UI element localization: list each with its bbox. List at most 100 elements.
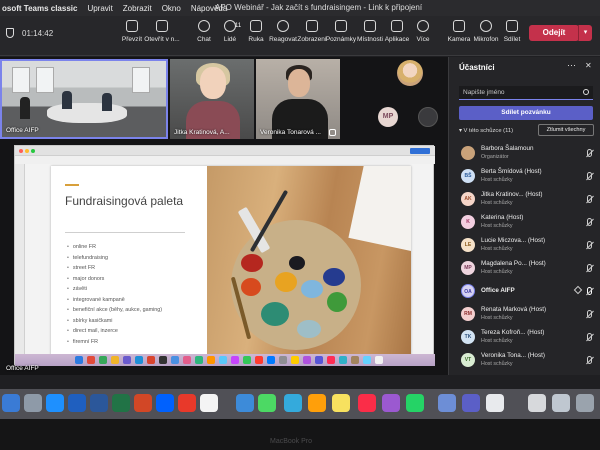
calendar-icon[interactable] (200, 394, 218, 412)
preview-icon[interactable] (438, 394, 456, 412)
video-tile-veronika[interactable]: Veronika Tonarová ... (256, 59, 340, 139)
menu-okno[interactable]: Okno (162, 4, 181, 13)
participant-row[interactable]: Barbora Šalamoun Organizátor (449, 142, 600, 165)
chrome-icon[interactable] (486, 394, 504, 412)
avatar: MP (461, 261, 475, 275)
dock-app-icon (111, 356, 119, 364)
open-icon (156, 20, 168, 32)
powerpoint-icon[interactable] (134, 394, 152, 412)
close-icon[interactable]: ✕ (585, 61, 592, 70)
participant-name: Katerina (Host) (481, 214, 524, 221)
participant-search-input[interactable] (459, 86, 593, 100)
participant-row[interactable]: LE Lucie Miczova... (Host) Host schůzky (449, 234, 600, 257)
safari-icon[interactable] (46, 394, 64, 412)
dock-app-icon (207, 356, 215, 364)
maps-icon[interactable] (284, 394, 302, 412)
app-menu-name[interactable]: osoft Teams classic (2, 4, 77, 13)
finder-icon[interactable] (2, 394, 20, 412)
recent-doc-icon[interactable] (528, 394, 546, 412)
participant-row[interactable]: TK Tereza Kofroň... (Host) Host schůzky (449, 326, 600, 349)
participant-row[interactable]: RM Renata Marková (Host) Host schůzky (449, 303, 600, 326)
leave-button[interactable]: Odejít (529, 25, 579, 41)
mute-all-button[interactable]: Ztlumit všechny (538, 124, 594, 136)
people-label: Lidé (223, 36, 237, 43)
mac-menubar: osoft Teams classic Upravit Zobrazit Okn… (0, 0, 600, 16)
paint-teal (261, 302, 289, 326)
participant-row[interactable]: MP Magdalena Po... (Host) Host schůzky (449, 257, 600, 280)
dropbox-icon[interactable] (156, 394, 174, 412)
open-in-button[interactable]: Otevřít v n... (142, 20, 182, 43)
launchpad-icon[interactable] (24, 394, 42, 412)
pin-icon[interactable] (573, 285, 583, 295)
window-title: APO Webinář - Jak začít s fundraisingem … (215, 3, 423, 12)
whatsapp-icon[interactable] (406, 394, 424, 412)
room-window (12, 67, 30, 93)
facetime-icon[interactable] (258, 394, 276, 412)
present-label: Převzít (121, 36, 143, 43)
slide-bullet: benefiční akce (běhy, aukce, gaming) (67, 305, 162, 316)
participant-row[interactable]: K Katerina (Host) Host schůzky (449, 211, 600, 234)
dock-app-icon (363, 356, 371, 364)
outlook-icon[interactable] (68, 394, 86, 412)
dock-app-icon (75, 356, 83, 364)
slide-title: Fundraisingová paleta (65, 194, 184, 208)
open-label: Otevřít v n... (144, 36, 180, 43)
podcasts-icon[interactable] (382, 394, 400, 412)
slide-bullet: direct mail, inzerce (67, 326, 162, 337)
music-icon[interactable] (358, 394, 376, 412)
participant-row[interactable]: AK Jitka Kratinov... (Host) Host schůzky (449, 188, 600, 211)
chat-label: Chat (197, 36, 211, 43)
more-label: Více (416, 36, 430, 43)
shared-screen-dock (15, 354, 435, 366)
self-view-avatar[interactable] (397, 60, 423, 86)
slide-bullet: street FR (67, 263, 162, 274)
participant-role: Host schůzky (481, 223, 513, 229)
slide-bullet: integrované kampaně (67, 295, 162, 306)
coat-rack (20, 97, 30, 119)
menu-zobrazit[interactable]: Zobrazit (123, 4, 152, 13)
panel-title: Účastníci (459, 63, 495, 72)
view-icon (306, 20, 318, 32)
video-tile-office[interactable]: Office AIFP (0, 59, 168, 139)
dock-app-icon (339, 356, 347, 364)
laptop-bezel (0, 419, 600, 450)
participant-row[interactable]: OA Office AIFP (449, 280, 600, 303)
trash-icon[interactable] (576, 394, 594, 412)
avatar: TK (461, 330, 475, 344)
participant-name: Jitka Kratinov... (Host) (481, 191, 543, 198)
share-invite-button[interactable]: Sdílet pozvánku (459, 106, 593, 120)
notes-app-icon[interactable] (332, 394, 350, 412)
shared-ribbon (15, 156, 435, 164)
word-icon[interactable] (90, 394, 108, 412)
video-tile-jitka[interactable]: Jitka Kratinová, A... (170, 59, 254, 139)
participant-row[interactable]: VT Veronika Tona... (Host) Host schůzky (449, 349, 600, 372)
meeting-toolbar: 01:14:42 Převzít Otevřít v n... Chat 11 L… (0, 16, 600, 56)
participant-avatar-mp[interactable]: MP (378, 107, 398, 127)
share-button[interactable]: Sdílet (492, 20, 532, 43)
excel-icon[interactable] (112, 394, 130, 412)
participant-name: Veronika Tona... (Host) (481, 352, 545, 359)
dock-app-icon (315, 356, 323, 364)
dock-app-icon (147, 356, 155, 364)
mail-icon[interactable] (236, 394, 254, 412)
shared-window-titlebar (15, 146, 435, 156)
dock-app-icon (255, 356, 263, 364)
shield-icon (6, 28, 14, 38)
downloads-icon[interactable] (552, 394, 570, 412)
more-button[interactable]: Více (403, 20, 443, 43)
avatar: BŠ (461, 169, 475, 183)
dock-app-icon (375, 356, 383, 364)
panel-more-icon[interactable]: ⋯ (567, 60, 576, 71)
muted-mic-icon (329, 129, 336, 136)
leave-options-chevron-icon[interactable]: ▾ (578, 25, 592, 41)
menu-upravit[interactable]: Upravit (87, 4, 112, 13)
overflow-participants-icon[interactable] (418, 107, 438, 127)
participants-panel: Účastníci ⋯ ✕ Sdílet pozvánku ▾ V této s… (448, 57, 600, 375)
in-meeting-section-toggle[interactable]: ▾ V této schůzce (11) (459, 128, 513, 134)
participant-row[interactable]: BŠ Berta Šmídová (Host) Host schůzky (449, 165, 600, 188)
photos-icon[interactable] (308, 394, 326, 412)
dock-app-icon (231, 356, 239, 364)
teams-icon[interactable] (462, 394, 480, 412)
anydesk-icon[interactable] (178, 394, 196, 412)
avatar (461, 146, 475, 160)
